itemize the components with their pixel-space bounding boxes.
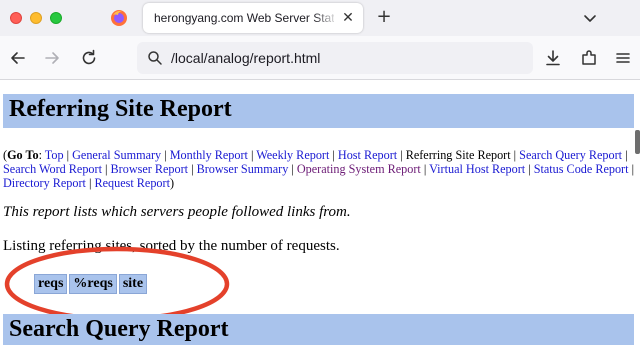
page-title: Referring Site Report	[9, 96, 232, 122]
next-section-title: Search Query Report	[9, 316, 229, 342]
goto-link-browser-report[interactable]: Browser Report	[111, 162, 189, 176]
goto-link-status-code-report[interactable]: Status Code Report	[534, 162, 629, 176]
goto-link-weekly-report[interactable]: Weekly Report	[256, 148, 329, 162]
browser-titlebar: herongyang.com Web Server Statist ✕ +	[0, 0, 640, 36]
goto-current-referring-site-report: Referring Site Report	[405, 148, 511, 162]
goto-link-directory-report[interactable]: Directory Report	[3, 176, 86, 190]
navigation-toolbar: /local/analog/report.html	[0, 36, 640, 80]
forward-arrow-icon[interactable]	[41, 47, 63, 69]
listing-text: Listing referring sites, sorted by the n…	[3, 238, 340, 254]
back-arrow-icon[interactable]	[7, 47, 29, 69]
web-page-content: Referring Site Report (Go To: Top | Gene…	[0, 80, 640, 345]
close-window-button[interactable]	[10, 12, 22, 24]
reload-icon[interactable]	[78, 47, 100, 69]
extensions-icon[interactable]	[578, 47, 600, 69]
goto-link-virtual-host-report[interactable]: Virtual Host Report	[429, 162, 525, 176]
goto-navigation: (Go To: Top | General Summary | Monthly …	[3, 148, 635, 190]
table-header-row: reqs %reqs site	[34, 274, 148, 294]
maximize-window-button[interactable]	[50, 12, 62, 24]
goto-link-general-summary[interactable]: General Summary	[72, 148, 161, 162]
goto-link-monthly-report[interactable]: Monthly Report	[170, 148, 248, 162]
search-icon	[148, 51, 162, 65]
firefox-icon[interactable]	[110, 9, 128, 27]
column-header-site: site	[118, 274, 148, 294]
download-icon[interactable]	[542, 47, 564, 69]
report-header-bar: Referring Site Report	[3, 94, 634, 128]
hamburger-menu-icon[interactable]	[612, 47, 634, 69]
browser-tab-active[interactable]: herongyang.com Web Server Statist ✕	[143, 3, 363, 33]
report-description: This report lists which servers people f…	[3, 204, 351, 220]
goto-label: Go To	[7, 148, 39, 162]
goto-link-browser-summary[interactable]: Browser Summary	[197, 162, 289, 176]
goto-link-operating-system-report[interactable]: Operating System Report	[297, 162, 421, 176]
url-text[interactable]: /local/analog/report.html	[171, 50, 320, 66]
column-header-reqs: reqs	[34, 274, 68, 294]
tab-title-fade	[313, 5, 339, 31]
minimize-window-button[interactable]	[30, 12, 42, 24]
goto-link-search-query-report[interactable]: Search Query Report	[519, 148, 622, 162]
url-bar[interactable]: /local/analog/report.html	[137, 42, 533, 74]
next-report-header-bar: Search Query Report	[3, 314, 634, 345]
page-scrollbar-thumb[interactable]	[635, 130, 640, 154]
goto-link-search-word-report[interactable]: Search Word Report	[3, 162, 102, 176]
tab-close-icon[interactable]: ✕	[339, 9, 357, 27]
tab-title: herongyang.com Web Server Statist	[154, 11, 334, 25]
column-header-pct-reqs: %reqs	[69, 274, 117, 294]
chevron-down-icon[interactable]	[580, 8, 600, 28]
new-tab-button[interactable]: +	[374, 7, 394, 27]
goto-link-top[interactable]: Top	[45, 148, 64, 162]
referring-site-table: reqs %reqs site	[32, 272, 149, 296]
goto-link-host-report[interactable]: Host Report	[338, 148, 397, 162]
goto-link-request-report[interactable]: Request Report	[94, 176, 169, 190]
